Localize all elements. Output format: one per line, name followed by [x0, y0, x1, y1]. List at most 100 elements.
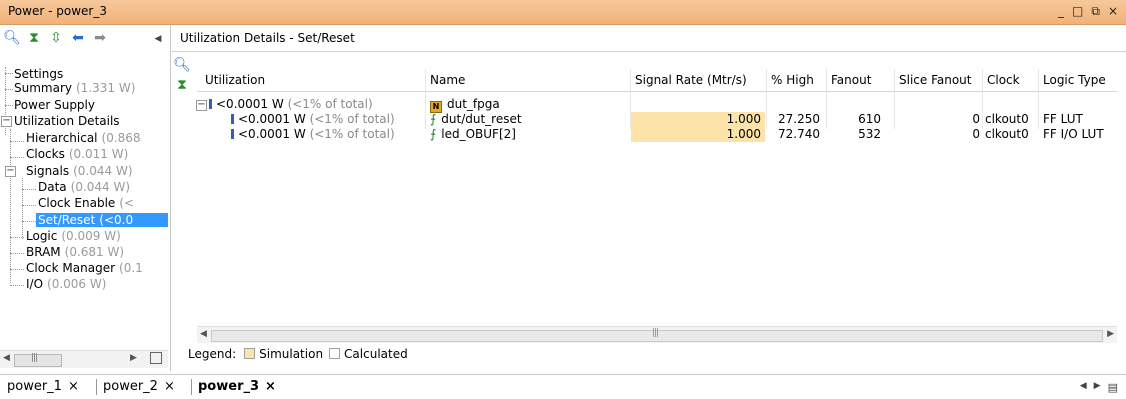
tab-power-3[interactable]: power_3 × [198, 379, 276, 394]
scroll-left-icon[interactable]: ◀ [3, 353, 10, 363]
tree-item-label: BRAM [26, 245, 61, 259]
legend-label: Legend: [188, 347, 237, 361]
restore-panel-icon[interactable] [150, 352, 162, 364]
column-header-slice-fanout[interactable]: Slice Fanout [899, 73, 972, 87]
search-icon[interactable]: 🔍︎ [173, 57, 191, 73]
window-title: Power - power_3 [8, 4, 107, 18]
pct-high-cell: 27.250 [767, 112, 820, 127]
collapse-all-icon[interactable]: ⧗ [26, 30, 42, 46]
tree-item-logic[interactable]: Logic (0.009 W) [26, 229, 121, 243]
signal-rate-cell[interactable]: 1.000 [631, 127, 765, 142]
collapse-icon[interactable]: − [1, 116, 12, 127]
tree-horizontal-scrollbar[interactable]: ◀ ▶ [0, 350, 168, 368]
collapse-panel-icon[interactable]: ◀ [150, 31, 166, 47]
tree-item-data[interactable]: Data (0.044 W) [38, 180, 130, 194]
tree-item-label: Summary [14, 81, 72, 95]
name-value: led_OBUF[2] [441, 127, 516, 141]
back-arrow-icon[interactable]: ⬅ [70, 30, 86, 46]
tree-item-clock-manager[interactable]: Clock Manager (0.1 [26, 261, 143, 275]
slice-fanout-value: 0 [972, 127, 980, 141]
tree-panel: 🔍︎ ⧗ ⇳ ⬅ ➡ ◀ Settings Summary (1.331 W) P… [0, 25, 171, 371]
restore-button[interactable]: ⧉ [1091, 4, 1100, 19]
tree-item-label: Signals [26, 164, 70, 178]
tab-label: power_1 [7, 379, 62, 394]
collapse-icon[interactable]: − [196, 100, 207, 111]
tab-list-icon[interactable]: ▤ [1108, 381, 1118, 394]
logic-type-cell: FF LUT [1043, 112, 1083, 127]
search-icon[interactable]: 🔍︎ [3, 30, 21, 46]
close-icon[interactable]: × [265, 379, 276, 394]
column-header-logic-type[interactable]: Logic Type [1043, 73, 1106, 87]
table-row[interactable]: <0.0001 W (<1% of total) ⨍ led_OBUF[2] 1.… [197, 127, 1117, 142]
tree-item-set-reset[interactable]: Set/Reset (<0.0 [36, 213, 168, 227]
column-header-pct-high[interactable]: % High [771, 73, 814, 87]
tree-item-signals[interactable]: Signals (0.044 W) [26, 164, 133, 178]
clock-cell: clkout0 [985, 112, 1029, 127]
column-header-clock[interactable]: Clock [987, 73, 1020, 87]
scroll-right-icon[interactable]: ▶ [1107, 329, 1114, 339]
tab-prev-icon[interactable]: ◀ [1080, 381, 1087, 394]
tree-item-label: Clocks [26, 147, 65, 161]
pct-high-value: 27.250 [778, 112, 820, 126]
fanout-value: 610 [858, 112, 881, 126]
close-icon[interactable]: × [164, 379, 175, 394]
tree-item-hierarchical[interactable]: Hierarchical (0.868 [26, 131, 141, 145]
column-header-fanout[interactable]: Fanout [831, 73, 871, 87]
forward-arrow-icon[interactable]: ➡ [92, 30, 108, 46]
power-bar-icon [231, 129, 234, 139]
scroll-thumb[interactable] [211, 328, 1103, 342]
tree-item-clocks[interactable]: Clocks (0.011 W) [26, 147, 128, 161]
slice-fanout-cell: 0 [895, 127, 980, 142]
tree-item-label: Set/Reset [38, 213, 96, 227]
name-cell: Ndut_fpga [430, 97, 500, 113]
tab-next-icon[interactable]: ▶ [1094, 381, 1101, 394]
window-titlebar: Power - power_3 _ □ ⧉ × [0, 0, 1126, 25]
collapse-all-icon[interactable]: ⧗ [174, 77, 190, 93]
utilization-cell: <0.0001 W (<1% of total) [231, 127, 395, 142]
utilization-pct: (<1% of total) [287, 97, 373, 111]
expand-all-icon[interactable]: ⇳ [48, 30, 64, 46]
column-header-utilization[interactable]: Utilization [205, 73, 265, 87]
tree-item-label: Clock Enable [38, 196, 116, 210]
fanout-cell: 610 [827, 112, 881, 127]
tree-item-clock-enable[interactable]: Clock Enable (< [38, 196, 134, 210]
pct-high-value: 72.740 [778, 127, 820, 141]
tree-item-value: (0.011 W) [68, 147, 129, 161]
table-row[interactable]: − <0.0001 W (<1% of total) Ndut_fpga [196, 97, 1117, 113]
legend: Legend: Simulation Calculated [188, 347, 408, 361]
tree-item-value: (0.044 W) [73, 164, 133, 178]
column-header-signal-rate[interactable]: Signal Rate (Mtr/s) [635, 73, 747, 87]
minimize-button[interactable]: _ [1058, 4, 1064, 19]
tree-item-value: (<0.0 [99, 213, 134, 227]
tree-item-summary[interactable]: Summary (1.331 W) [14, 81, 135, 95]
tree-item-utilization-details[interactable]: Utilization Details [14, 114, 120, 128]
utilization-cell: <0.0001 W (<1% of total) [209, 97, 373, 112]
tree-item-label: Power Supply [14, 98, 95, 112]
tab-power-2[interactable]: power_2 × [103, 379, 175, 394]
tab-power-1[interactable]: power_1 × [7, 379, 79, 394]
tree-item-settings[interactable]: Settings [14, 67, 63, 81]
logic-type-value: FF I/O LUT [1043, 127, 1104, 141]
close-button[interactable]: × [1108, 4, 1118, 19]
tree-item-label: Utilization Details [14, 114, 120, 128]
name-value: dut/dut_reset [441, 112, 522, 126]
signal-rate-cell[interactable]: 1.000 [631, 112, 765, 127]
scroll-thumb[interactable] [14, 353, 62, 367]
close-icon[interactable]: × [68, 379, 79, 394]
table-row[interactable]: <0.0001 W (<1% of total) ⨍ dut/dut_reset … [197, 112, 1117, 127]
tree-item-label: I/O [26, 277, 44, 291]
tree-item-power-supply[interactable]: Power Supply [14, 98, 95, 112]
scroll-left-icon[interactable]: ◀ [200, 329, 207, 339]
tree-item-value: (1.331 W) [76, 81, 136, 95]
table-horizontal-scrollbar[interactable]: ◀ ▶ [197, 326, 1117, 343]
legend-simulation-swatch [244, 348, 256, 359]
maximize-button[interactable]: □ [1072, 4, 1083, 19]
scroll-right-icon[interactable]: ▶ [130, 353, 137, 363]
collapse-icon[interactable]: − [5, 166, 16, 177]
tree-item-io[interactable]: I/O (0.006 W) [26, 277, 106, 291]
column-header-name[interactable]: Name [430, 73, 465, 87]
details-pane: Utilization Details - Set/Reset 🔍︎ ⧗ Uti… [172, 25, 1126, 371]
tree-item-value: (0.868 [101, 131, 141, 145]
tree-item-bram[interactable]: BRAM (0.681 W) [26, 245, 124, 259]
utilization-pct: (<1% of total) [309, 112, 395, 126]
